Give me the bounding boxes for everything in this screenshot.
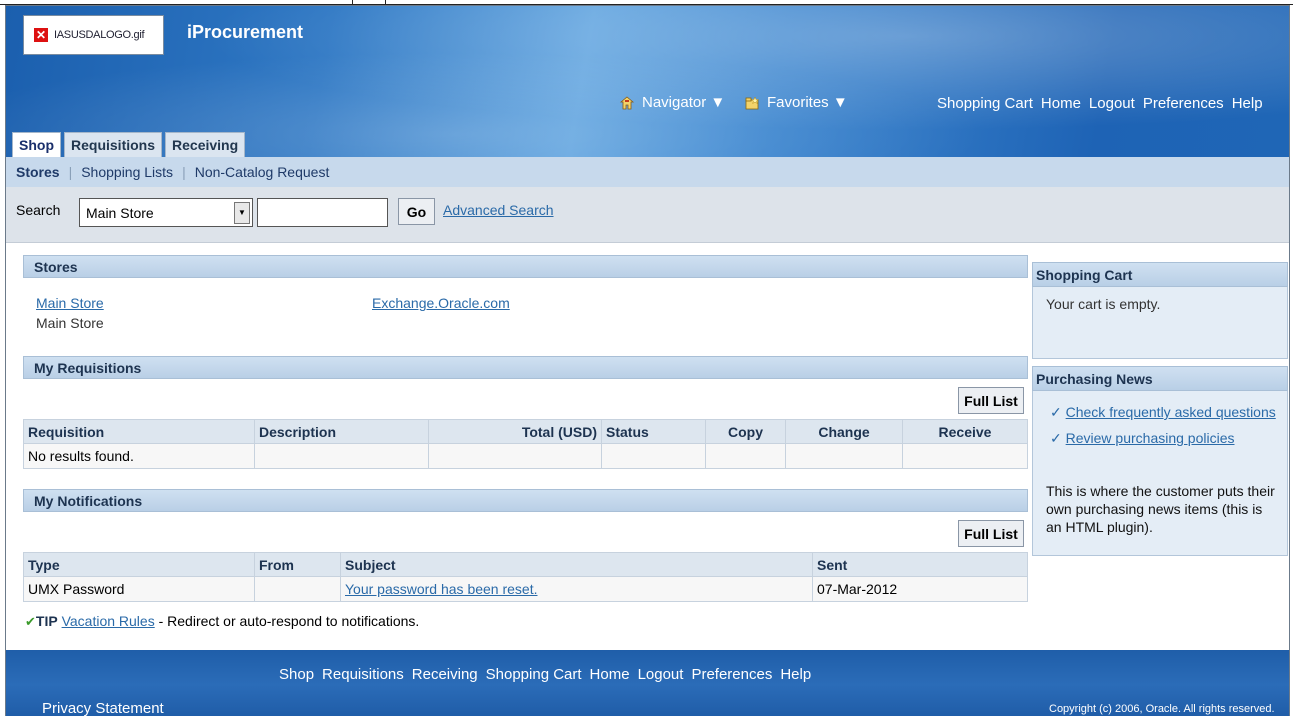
global-link-home[interactable]: Home — [1041, 95, 1081, 112]
table-header-row: Type From Subject Sent — [23, 552, 1028, 577]
subnav-separator: | — [68, 164, 73, 180]
go-button[interactable]: Go — [398, 198, 435, 225]
search-bar: Search Main Store ▼ Go Advanced Search — [6, 187, 1289, 243]
home-icon — [620, 95, 634, 109]
footer-link-receiving[interactable]: Receiving — [412, 666, 478, 683]
dropdown-arrow-icon[interactable]: ▼ — [234, 201, 250, 224]
store-desc-main: Main Store — [36, 315, 104, 331]
store-select[interactable]: Main Store ▼ — [79, 198, 253, 227]
col-subject[interactable]: Subject — [340, 552, 813, 577]
broken-image-icon: ✕ — [34, 28, 48, 42]
global-links: Shopping Cart Home Logout Preferences He… — [937, 95, 1263, 112]
table-header-row: Requisition Description Total (USD) Stat… — [23, 419, 1028, 444]
copyright-text: Copyright (c) 2006, Oracle. All rights r… — [1049, 703, 1275, 715]
global-header: ✕ IASUSDALOGO.gif iProcurement Navigator… — [6, 6, 1289, 157]
global-link-logout[interactable]: Logout — [1089, 95, 1135, 112]
cell-from — [254, 576, 341, 602]
favorites-label: Favorites ▼ — [767, 94, 848, 111]
cart-empty-text: Your cart is empty. — [1046, 296, 1161, 312]
col-description[interactable]: Description — [254, 419, 429, 444]
privacy-statement-link[interactable]: Privacy Statement — [42, 700, 164, 716]
navigator-menu[interactable]: Navigator ▼ — [620, 94, 725, 111]
footer-link-preferences[interactable]: Preferences — [691, 666, 772, 683]
tip-check-icon: ✔ — [25, 614, 36, 629]
store-link-exchange[interactable]: Exchange.Oracle.com — [372, 295, 510, 311]
checkmark-icon: ✓ — [1050, 404, 1062, 420]
purchasing-news-panel: Purchasing News ✓ Check frequently asked… — [1032, 366, 1288, 556]
advanced-search-link[interactable]: Advanced Search — [443, 202, 554, 218]
subnav-separator: | — [182, 164, 186, 180]
footer-link-home[interactable]: Home — [590, 666, 630, 683]
policies-link[interactable]: Review purchasing policies — [1066, 430, 1235, 446]
subnav-non-catalog-request[interactable]: Non-Catalog Request — [195, 164, 330, 180]
navigator-label: Navigator ▼ — [642, 94, 726, 111]
stores-header: Stores — [23, 255, 1028, 278]
favorites-menu[interactable]: Favorites ▼ — [745, 94, 848, 111]
col-sent[interactable]: Sent — [812, 552, 1028, 577]
tip-line: ✔TIP Vacation Rules - Redirect or auto-r… — [25, 613, 419, 630]
tab-receiving[interactable]: Receiving — [165, 132, 246, 157]
global-link-help[interactable]: Help — [1232, 95, 1263, 112]
search-label: Search — [16, 202, 61, 218]
checkmark-icon: ✓ — [1050, 430, 1062, 446]
empty-message: No results found. — [23, 443, 255, 469]
subnav-shopping-lists[interactable]: Shopping Lists — [81, 164, 173, 180]
store-link-main[interactable]: Main Store — [36, 295, 104, 311]
favorites-folder-icon — [745, 95, 759, 109]
footer-link-help[interactable]: Help — [780, 666, 811, 683]
logo-filename: IASUSDALOGO.gif — [54, 29, 145, 41]
requisitions-header: My Requisitions — [23, 356, 1028, 379]
col-status[interactable]: Status — [601, 419, 706, 444]
col-from[interactable]: From — [254, 552, 341, 577]
app-title: iProcurement — [187, 22, 304, 42]
tab-requisitions[interactable]: Requisitions — [64, 132, 163, 157]
global-link-shopping-cart[interactable]: Shopping Cart — [937, 95, 1033, 112]
app-window: ✕ IASUSDALOGO.gif iProcurement Navigator… — [5, 5, 1290, 716]
subnav-stores[interactable]: Stores — [16, 164, 60, 180]
notifications-full-list-button[interactable]: Full List — [958, 520, 1024, 547]
shopping-cart-panel: Shopping Cart Your cart is empty. — [1032, 262, 1288, 359]
notifications-table: Type From Subject Sent UMX Password Your… — [23, 552, 1028, 602]
news-item: ✓ Review purchasing policies — [1050, 430, 1235, 447]
news-item: ✓ Check frequently asked questions — [1050, 404, 1276, 421]
news-plugin-text: This is where the customer puts their ow… — [1046, 483, 1275, 535]
cell-sent: 07-Mar-2012 — [812, 576, 1028, 602]
col-receive: Receive — [902, 419, 1028, 444]
col-requisition[interactable]: Requisition — [23, 419, 255, 444]
search-input[interactable] — [257, 198, 388, 227]
main-tabs: Shop Requisitions Receiving — [12, 132, 246, 157]
col-copy: Copy — [705, 419, 786, 444]
faq-link[interactable]: Check frequently asked questions — [1066, 404, 1276, 420]
global-footer: Shop Requisitions Receiving Shopping Car… — [6, 650, 1289, 716]
sub-navigation: Stores | Shopping Lists | Non-Catalog Re… — [6, 157, 1289, 187]
vacation-rules-link[interactable]: Vacation Rules — [62, 613, 155, 629]
col-change: Change — [785, 419, 903, 444]
store-select-value: Main Store — [86, 204, 154, 221]
notifications-header: My Notifications — [23, 489, 1028, 512]
tip-label: TIP — [35, 613, 58, 629]
global-link-preferences[interactable]: Preferences — [1143, 95, 1224, 112]
col-total[interactable]: Total (USD) — [428, 419, 602, 444]
tab-shop[interactable]: Shop — [12, 132, 61, 157]
cart-header: Shopping Cart — [1032, 262, 1288, 287]
requisitions-table: Requisition Description Total (USD) Stat… — [23, 419, 1028, 469]
cell-subject: Your password has been reset. — [340, 576, 813, 602]
company-logo: ✕ IASUSDALOGO.gif — [23, 15, 164, 55]
tip-text: - Redirect or auto-respond to notificati… — [154, 613, 420, 629]
table-row: No results found. — [23, 443, 1028, 469]
footer-link-logout[interactable]: Logout — [638, 666, 684, 683]
subject-link[interactable]: Your password has been reset. — [345, 581, 538, 597]
footer-link-shop[interactable]: Shop — [279, 666, 314, 683]
table-row: UMX Password Your password has been rese… — [23, 576, 1028, 602]
footer-link-requisitions[interactable]: Requisitions — [322, 666, 404, 683]
col-type[interactable]: Type — [23, 552, 255, 577]
cell-type: UMX Password — [23, 576, 255, 602]
footer-links: Shop Requisitions Receiving Shopping Car… — [279, 666, 811, 683]
news-header: Purchasing News — [1032, 366, 1288, 391]
requisitions-full-list-button[interactable]: Full List — [958, 387, 1024, 414]
footer-link-shopping-cart[interactable]: Shopping Cart — [486, 666, 582, 683]
